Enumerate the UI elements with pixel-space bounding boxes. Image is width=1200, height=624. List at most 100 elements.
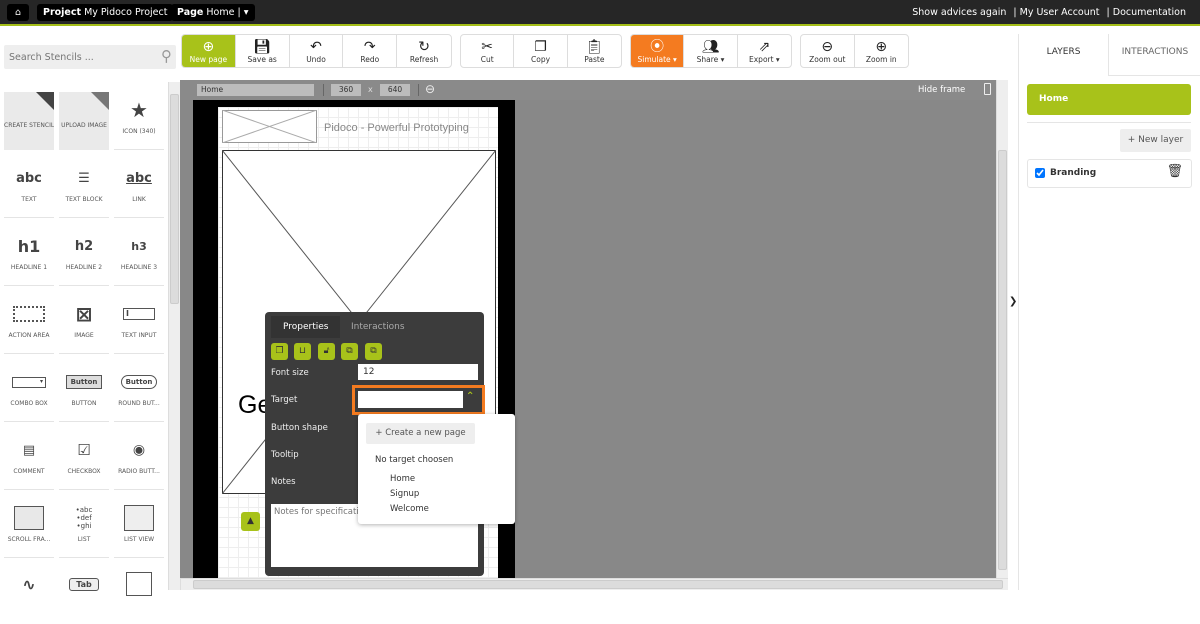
share-button[interactable]: 👥︎ Share ▾ bbox=[684, 35, 738, 67]
button-label: Export ▾ bbox=[749, 54, 780, 64]
refresh-button[interactable]: ↻ Refresh bbox=[397, 35, 451, 67]
stencil-upload-image[interactable]: UPLOAD IMAGE bbox=[59, 92, 109, 150]
stencil-tab[interactable]: Tab bbox=[59, 566, 109, 624]
tab-layers[interactable]: LAYERS bbox=[1019, 34, 1109, 76]
round-button-icon: Button bbox=[114, 364, 164, 400]
stencil-scroll-frame[interactable]: SCROLL FRA... bbox=[4, 500, 54, 558]
stencil-action-area[interactable]: ACTION AREA bbox=[4, 296, 54, 354]
stencil-combo-box[interactable]: ▾ COMBO BOX bbox=[4, 364, 54, 422]
canvas-horizontal-scrollbar[interactable] bbox=[180, 578, 1008, 590]
option-welcome[interactable]: Welcome bbox=[390, 504, 429, 514]
home-icon[interactable]: ⌂ bbox=[7, 4, 29, 21]
divider bbox=[323, 84, 324, 96]
chevron-up-icon[interactable]: ⌃ bbox=[466, 391, 474, 402]
redo-button[interactable]: ↷ Redo bbox=[343, 35, 398, 67]
save-as-button[interactable]: 💾︎ Save as bbox=[236, 35, 290, 67]
zoom-out-button[interactable]: ⊖ Zoom out bbox=[801, 35, 855, 67]
stencil-comment[interactable]: ▤ COMMENT bbox=[4, 432, 54, 490]
create-new-page-button[interactable]: + Create a new page bbox=[366, 423, 475, 444]
stencil-icon[interactable]: ★ ICON (340) bbox=[114, 92, 164, 150]
stencil-button[interactable]: Button BUTTON bbox=[59, 364, 109, 422]
layer-visibility-checkbox[interactable] bbox=[1035, 168, 1045, 178]
duplicate-icon[interactable]: ⧉ bbox=[341, 343, 358, 360]
scissors-icon: ✂ bbox=[481, 38, 494, 55]
button-icon: Button bbox=[59, 364, 109, 400]
zoom-in-button[interactable]: ⊕ Zoom in bbox=[855, 35, 909, 67]
refresh-icon: ↻ bbox=[418, 38, 430, 55]
paste-button[interactable]: 📋︎ Paste bbox=[568, 35, 621, 67]
stencil-link[interactable]: abc LINK bbox=[114, 160, 164, 218]
chevron-down-icon: ▾ bbox=[243, 7, 249, 18]
documentation-link[interactable]: | Documentation bbox=[1107, 7, 1186, 18]
button-label: Paste bbox=[584, 54, 605, 64]
stencil-image[interactable]: ⊠ IMAGE bbox=[59, 296, 109, 354]
undo-button[interactable]: ↶ Undo bbox=[290, 35, 344, 67]
tab-interactions-panel[interactable]: INTERACTIONS bbox=[1109, 34, 1200, 76]
stencil-round-button[interactable]: Button ROUND BUT... bbox=[114, 364, 164, 422]
page-selector[interactable]: Page Home | ▾ bbox=[171, 4, 255, 21]
search-input[interactable] bbox=[4, 45, 144, 69]
stencil-checkbox[interactable]: ☑ CHECKBOX bbox=[59, 432, 109, 490]
logo-image-placeholder[interactable] bbox=[222, 110, 317, 143]
page-name-input[interactable]: Home bbox=[197, 84, 314, 96]
stencil-headline-2[interactable]: h2 HEADLINE 2 bbox=[59, 228, 109, 286]
tab-interactions[interactable]: Interactions bbox=[339, 316, 417, 338]
button-label: Zoom out bbox=[809, 54, 846, 64]
project-selector[interactable]: Project My Pidoco Project bbox=[37, 4, 174, 21]
trash-icon[interactable]: 🗑︎ bbox=[1166, 164, 1183, 179]
show-advices-link[interactable]: Show advices again bbox=[912, 7, 1006, 18]
toolbar-clipboard-group: ✂ Cut ❐ Copy 📋︎ Paste bbox=[460, 34, 622, 68]
stencil-table[interactable] bbox=[114, 566, 164, 624]
stencil-list-view[interactable]: LIST VIEW bbox=[114, 500, 164, 558]
stencil-headline-1[interactable]: h1 HEADLINE 1 bbox=[4, 228, 54, 286]
top-links: Show advices again | My User Account | D… bbox=[908, 7, 1186, 18]
page-layer-header[interactable]: Home bbox=[1027, 84, 1191, 115]
option-home[interactable]: Home bbox=[390, 474, 415, 484]
chevron-right-icon[interactable]: ❯ bbox=[1009, 296, 1017, 307]
stencil-radio-button[interactable]: ◉ RADIO BUTT... bbox=[114, 432, 164, 490]
stencil-text[interactable]: abc TEXT bbox=[4, 160, 54, 218]
stencil-text-input[interactable]: I TEXT INPUT bbox=[114, 296, 164, 354]
stencil-headline-3[interactable]: h3 HEADLINE 3 bbox=[114, 228, 164, 286]
comment-icon: ▤ bbox=[22, 442, 36, 458]
stencil-text-block[interactable]: ☰ TEXT BLOCK bbox=[59, 160, 109, 218]
tab-properties[interactable]: Properties bbox=[271, 316, 341, 338]
lock-icon[interactable]: 🔓︎ bbox=[318, 343, 335, 360]
stencil-label: LIST bbox=[77, 536, 91, 543]
text-icon: abc bbox=[16, 170, 42, 186]
option-no-target[interactable]: No target choosen bbox=[375, 455, 453, 465]
button-label: Refresh bbox=[409, 54, 439, 64]
stencil-create[interactable]: CREATE STENCIL bbox=[4, 92, 54, 150]
add-icon bbox=[91, 92, 109, 110]
width-input[interactable]: 360 bbox=[331, 84, 361, 96]
export-button[interactable]: ⇗ Export ▾ bbox=[738, 35, 791, 67]
cut-button[interactable]: ✂ Cut bbox=[461, 35, 515, 67]
hide-frame-button[interactable]: Hide frame bbox=[918, 85, 965, 95]
notes-label: Notes bbox=[271, 477, 296, 487]
send-backward-icon[interactable]: ⧉ bbox=[365, 343, 382, 360]
font-size-input[interactable]: 12 bbox=[358, 364, 478, 380]
bring-forward-icon[interactable]: ❐ bbox=[271, 343, 288, 360]
user-account-link[interactable]: | My User Account bbox=[1013, 7, 1099, 18]
target-input[interactable] bbox=[358, 391, 463, 408]
stencil-label: TEXT bbox=[21, 196, 37, 203]
image-icon: ⊠ bbox=[75, 302, 93, 326]
height-input[interactable]: 640 bbox=[380, 84, 410, 96]
collapse-up-icon[interactable]: ▲ bbox=[241, 512, 260, 531]
stencil-freehand[interactable]: ∿ bbox=[4, 566, 54, 624]
delete-icon[interactable]: ⊔ bbox=[294, 343, 311, 360]
search-icon[interactable]: ⚲ bbox=[161, 47, 172, 65]
option-signup[interactable]: Signup bbox=[390, 489, 419, 499]
header-text[interactable]: Pidoco - Powerful Prototyping bbox=[324, 122, 469, 134]
stencil-list[interactable]: •abc •def •ghi LIST bbox=[59, 500, 109, 558]
layer-item[interactable]: Branding 🗑︎ bbox=[1027, 159, 1192, 188]
phone-icon[interactable] bbox=[984, 83, 991, 95]
canvas-vertical-scrollbar[interactable] bbox=[996, 80, 1008, 578]
copy-button[interactable]: ❐ Copy bbox=[514, 35, 568, 67]
more-options-icon[interactable]: ⊖ bbox=[425, 82, 435, 96]
new-layer-button[interactable]: + New layer bbox=[1120, 129, 1191, 152]
stencil-scrollbar[interactable] bbox=[168, 82, 180, 590]
stencil-label: ICON (340) bbox=[122, 128, 156, 135]
new-page-button[interactable]: ⊕ New page bbox=[182, 35, 236, 67]
simulate-button[interactable]: ⦿ Simulate ▾ bbox=[631, 35, 685, 67]
